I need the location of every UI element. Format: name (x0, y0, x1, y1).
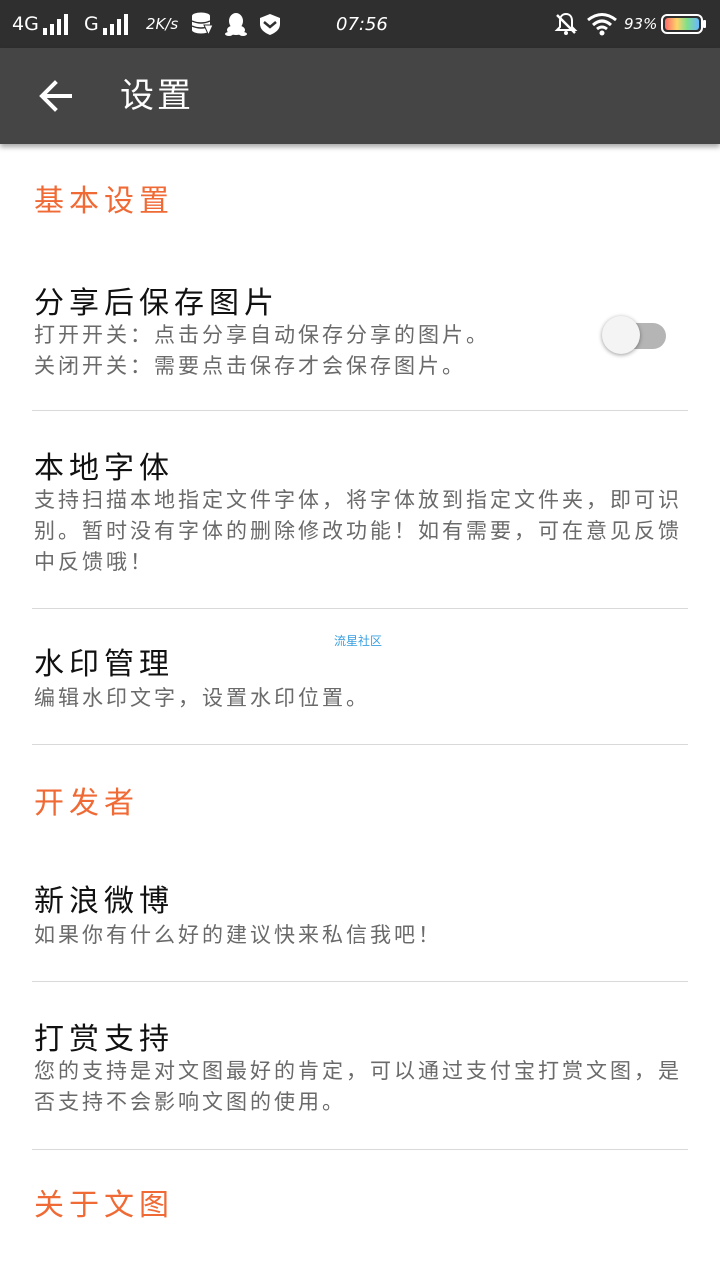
clock: 07:56 (336, 13, 388, 35)
setting-title: 本地字体 (34, 451, 174, 486)
setting-title: 水印管理 (34, 647, 174, 682)
setting-description-line: 支持扫描本地指定文件字体，将字体放到指定文件夹，即可识 (34, 488, 682, 512)
app-bar: 设置 (0, 48, 720, 144)
vpn-icon (258, 0, 282, 48)
setting-description-line: 中反馈哦！ (34, 550, 154, 574)
setting-title: 分享后保存图片 (34, 286, 279, 321)
save-after-share-toggle[interactable] (602, 311, 666, 354)
signal-4g-indicator: 4G (12, 0, 68, 48)
setting-description: 打开开关：点击分享自动保存分享的图片。 关闭开关：需要点击保存才会保存图片。 (34, 320, 574, 382)
setting-donate[interactable]: 打赏支持 您的支持是对文图最好的肯定，可以通过支付宝打赏文图，是 否支持不会影响… (0, 982, 720, 1149)
setting-local-font[interactable]: 本地字体 支持扫描本地指定文件字体，将字体放到指定文件夹，即可识 别。暂时没有字… (0, 411, 720, 608)
setting-description-line: 您的支持是对文图最好的肯定，可以通过支付宝打赏文图，是 (34, 1059, 682, 1083)
wifi-icon (586, 0, 618, 48)
battery-icon (661, 0, 707, 48)
network-4g-label: 4G (12, 13, 39, 35)
notifications-off-icon (554, 0, 578, 48)
divider (32, 744, 688, 745)
network-speed: 2K/s (146, 15, 179, 33)
section-about: 关于文图 (34, 1188, 174, 1223)
setting-description: 您的支持是对文图最好的肯定，可以通过支付宝打赏文图，是 否支持不会影响文图的使用… (34, 1056, 684, 1118)
signal-4g-icon (42, 13, 68, 35)
qq-icon (224, 0, 248, 48)
page-title: 设置 (120, 76, 194, 116)
setting-description-line: 别。暂时没有字体的删除修改功能！如有需要，可在意见反馈 (34, 519, 682, 543)
signal-g-indicator: G (84, 0, 128, 48)
watermark-overlay-text: 流星社区 (334, 634, 383, 648)
toggle-thumb (602, 316, 640, 354)
setting-watermark[interactable]: 水印管理 编辑水印文字，设置水印位置。 (0, 609, 720, 744)
setting-description-line: 否支持不会影响文图的使用。 (34, 1090, 346, 1114)
signal-g-icon (102, 13, 128, 35)
section-basic-settings: 基本设置 (34, 184, 174, 219)
setting-title: 打赏支持 (34, 1022, 174, 1057)
status-bar: 4G G 2K/s 07:56 93% (0, 0, 720, 48)
setting-description: 如果你有什么好的建议快来私信我吧！ (34, 923, 442, 947)
setting-weibo[interactable]: 新浪微博 如果你有什么好的建议快来私信我吧！ (0, 844, 720, 981)
database-icon (190, 0, 214, 48)
section-developer: 开发者 (34, 786, 139, 821)
back-button[interactable] (30, 72, 82, 120)
arrow-left-icon (39, 80, 72, 112)
setting-description-line: 打开开关：点击分享自动保存分享的图片。 (34, 323, 490, 347)
battery-percent: 93% (624, 15, 658, 33)
divider (32, 1149, 688, 1150)
setting-title: 新浪微博 (34, 884, 174, 919)
network-g-label: G (84, 13, 99, 35)
setting-description: 支持扫描本地指定文件字体，将字体放到指定文件夹，即可识 别。暂时没有字体的删除修… (34, 485, 684, 578)
settings-list: 基本设置 分享后保存图片 打开开关：点击分享自动保存分享的图片。 关闭开关：需要… (0, 144, 720, 1280)
setting-description-line: 关闭开关：需要点击保存才会保存图片。 (34, 354, 466, 378)
setting-description: 编辑水印文字，设置水印位置。 (34, 686, 370, 710)
